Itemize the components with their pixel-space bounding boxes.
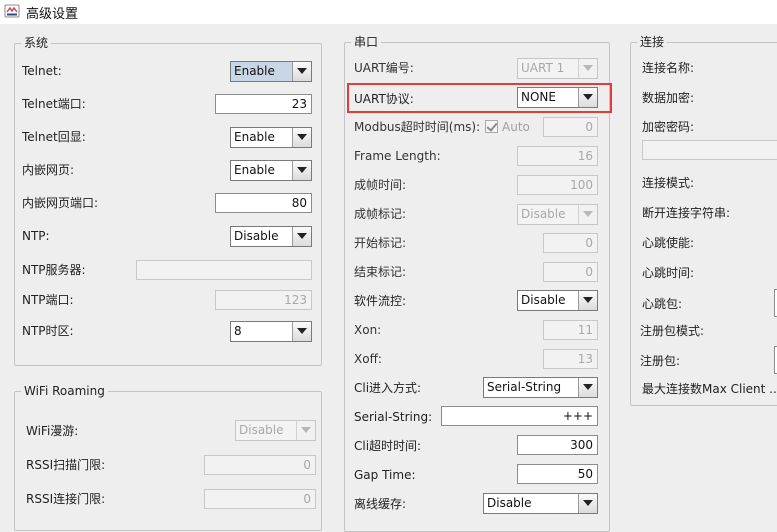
start-mark-label: 开始标记: — [354, 236, 407, 250]
serial-group: 串口 — [344, 34, 610, 532]
flow-control-select[interactable]: Disable — [517, 290, 598, 311]
ntp-timezone-select[interactable]: 8 — [230, 321, 312, 342]
cli-mode-select[interactable]: Serial-String — [483, 377, 598, 398]
ntp-select[interactable]: Disable — [230, 226, 312, 247]
chevron-down-icon[interactable] — [292, 227, 311, 246]
chevron-down-icon[interactable] — [578, 378, 597, 397]
conn-max-client-label: 最大连接数Max Client ... — [642, 382, 777, 396]
conn-encrypt-label: 数据加密: — [642, 91, 695, 105]
modbus-timeout-label: Modbus超时时间(ms): — [354, 120, 481, 134]
uart-protocol-select[interactable]: NONE — [517, 87, 598, 108]
frame-length-label: Frame Length: — [354, 149, 441, 163]
ntp-label: NTP: — [22, 229, 50, 243]
chevron-down-icon[interactable] — [578, 291, 597, 310]
title-bar: 高级设置 — [0, 0, 777, 24]
conn-heartbeat-enable-label: 心跳使能: — [642, 236, 695, 250]
connection-group-title: 连接 — [637, 34, 668, 50]
uart-protocol-label: UART协议: — [354, 92, 414, 106]
conn-disconnect-label: 断开连接字符串: — [642, 206, 731, 220]
gap-time-input[interactable]: 50 — [517, 464, 598, 484]
telnet-label: Telnet: — [22, 64, 62, 78]
rssi-conn-input[interactable]: 0 — [204, 489, 316, 509]
chevron-down-icon[interactable] — [578, 494, 597, 513]
end-mark-input[interactable]: 0 — [543, 262, 598, 282]
uart-no-select[interactable]: UART 1 — [517, 58, 598, 79]
gap-time-label: Gap Time: — [354, 468, 416, 482]
chevron-down-icon[interactable] — [292, 161, 311, 180]
conn-mode-label: 连接模式: — [642, 176, 695, 190]
conn-register-packet-label: 注册包: — [640, 354, 681, 368]
web-port-input[interactable]: 80 — [215, 193, 312, 213]
wifi-roaming-label: WiFi漫游: — [26, 424, 79, 438]
ntp-port-label: NTP端口: — [22, 293, 74, 307]
conn-password-label: 加密密码: — [642, 120, 695, 134]
xon-label: Xon: — [354, 323, 382, 337]
frame-mark-label: 成帧标记: — [354, 207, 407, 221]
modbus-timeout-input[interactable]: 0 — [543, 117, 598, 137]
xoff-input[interactable]: 13 — [543, 349, 598, 369]
ntp-server-input[interactable] — [136, 260, 312, 280]
web-port-label: 内嵌网页端口: — [22, 196, 99, 210]
serial-group-title: 串口 — [351, 34, 382, 50]
telnet-port-label: Telnet端口: — [22, 97, 86, 111]
serial-string-input[interactable]: +++ — [441, 406, 598, 426]
app-logo-icon — [4, 4, 20, 18]
conn-password-input[interactable] — [642, 140, 777, 160]
ntp-timezone-label: NTP时区: — [22, 324, 74, 338]
rssi-scan-label: RSSI扫描门限: — [26, 458, 106, 472]
uart-no-label: UART编号: — [354, 61, 414, 75]
conn-register-mode-label: 注册包模式: — [640, 324, 705, 338]
xoff-label: Xoff: — [354, 352, 382, 366]
chevron-down-icon[interactable] — [578, 88, 597, 107]
wifi-roaming-group-title: WiFi Roaming — [21, 383, 108, 399]
chevron-down-icon[interactable] — [292, 322, 311, 341]
rssi-conn-label: RSSI连接门限: — [26, 492, 106, 506]
system-group-title: 系统 — [21, 35, 52, 51]
telnet-echo-label: Telnet回显: — [22, 130, 86, 144]
ntp-server-label: NTP服务器: — [22, 263, 86, 277]
offline-buffer-select[interactable]: Disable — [483, 493, 598, 514]
conn-heartbeat-time-label: 心跳时间: — [642, 266, 695, 280]
frame-time-label: 成帧时间: — [354, 178, 407, 192]
modbus-auto-checkbox[interactable] — [485, 120, 498, 133]
cli-timeout-input[interactable]: 300 — [517, 435, 598, 455]
flow-control-label: 软件流控: — [354, 294, 407, 308]
telnet-select[interactable]: Enable — [230, 61, 312, 82]
offline-buffer-label: 离线缓存: — [354, 497, 407, 511]
wifi-roaming-select[interactable]: Disable — [235, 420, 316, 441]
cli-timeout-label: Cli超时时间: — [354, 439, 422, 453]
chevron-down-icon[interactable] — [578, 205, 597, 224]
frame-mark-select[interactable]: Disable — [517, 204, 598, 225]
web-select[interactable]: Enable — [230, 160, 312, 181]
serial-string-label: Serial-String: — [354, 410, 433, 424]
conn-name-label: 连接名称: — [642, 61, 695, 75]
window-title: 高级设置 — [26, 7, 79, 22]
start-mark-input[interactable]: 0 — [543, 233, 598, 253]
chevron-down-icon[interactable] — [292, 62, 311, 81]
chevron-down-icon[interactable] — [578, 59, 597, 78]
telnet-port-input[interactable]: 23 — [215, 94, 312, 114]
chevron-down-icon[interactable] — [296, 421, 315, 440]
web-label: 内嵌网页: — [22, 163, 75, 177]
ntp-port-input[interactable]: 123 — [215, 290, 312, 310]
modbus-auto-label: Auto — [502, 120, 530, 134]
end-mark-label: 结束标记: — [354, 265, 407, 279]
telnet-echo-select[interactable]: Enable — [230, 127, 312, 148]
conn-heartbeat-packet-label: 心跳包: — [642, 297, 683, 311]
frame-time-input[interactable]: 100 — [517, 175, 598, 195]
xon-input[interactable]: 11 — [543, 320, 598, 340]
chevron-down-icon[interactable] — [292, 128, 311, 147]
frame-length-input[interactable]: 16 — [517, 146, 598, 166]
rssi-scan-input[interactable]: 0 — [204, 455, 316, 475]
cli-mode-label: Cli进入方式: — [354, 381, 422, 395]
